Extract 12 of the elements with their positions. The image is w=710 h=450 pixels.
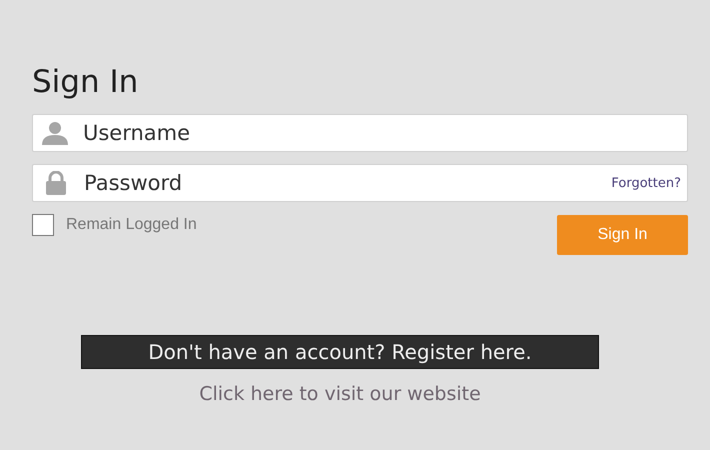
- remember-checkbox[interactable]: [32, 214, 54, 236]
- register-button[interactable]: Don't have an account? Register here.: [81, 335, 599, 369]
- sign-in-title: Sign In: [32, 63, 140, 102]
- username-input[interactable]: Username: [83, 121, 681, 145]
- password-input[interactable]: Password: [84, 171, 612, 195]
- password-field[interactable]: Password Forgotten?: [32, 164, 688, 202]
- remember-label: Remain Logged In: [66, 216, 197, 234]
- lock-icon: [45, 171, 67, 195]
- username-field[interactable]: Username: [32, 114, 688, 152]
- website-link[interactable]: Click here to visit our website: [199, 383, 481, 405]
- user-icon: [41, 121, 69, 145]
- forgotten-link[interactable]: Forgotten?: [611, 176, 681, 190]
